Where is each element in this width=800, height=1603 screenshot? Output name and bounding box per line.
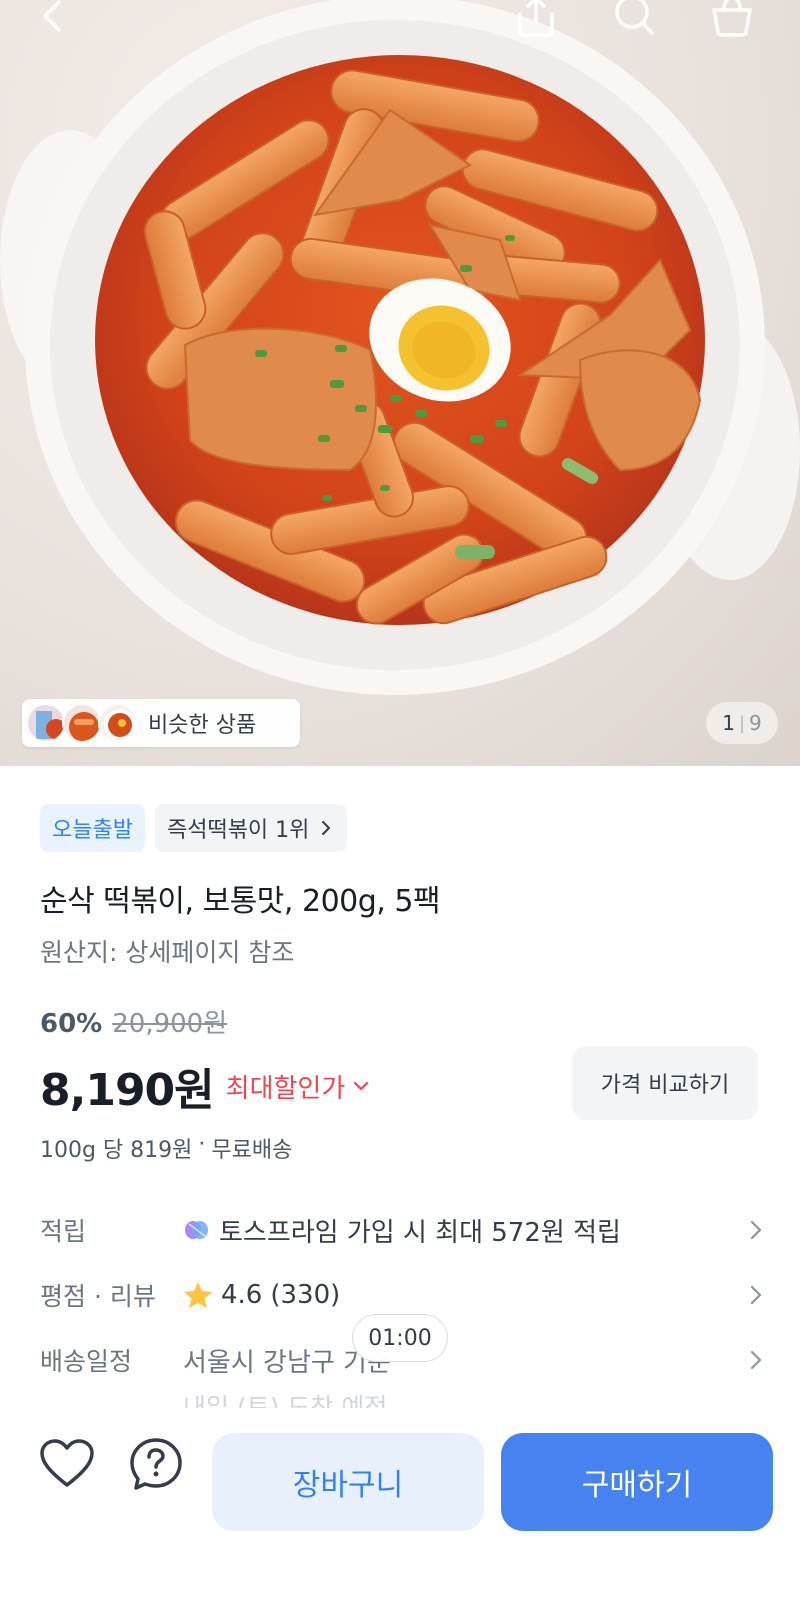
points-row[interactable]: 적립 토스프라임 가입 시 최대 572원 적립 [40, 1208, 762, 1252]
page-separator: | [738, 712, 746, 734]
same-day-shipping-badge: 오늘출발 [40, 804, 145, 852]
compare-price-button[interactable]: 가격 비교하기 [572, 1046, 758, 1120]
question-circle-icon [130, 1438, 182, 1490]
similar-products-button[interactable]: 비슷한 상품 [22, 699, 300, 747]
timer-chip: 01:00 [352, 1314, 448, 1362]
product-badges: 오늘출발 즉석떡볶이 1위 [40, 804, 348, 852]
rating-score: 4.6 [221, 1280, 263, 1310]
delivery-label: 배송일정 [40, 1347, 133, 1376]
buy-now-button[interactable]: 구매하기 [501, 1433, 773, 1531]
price-row: 8,190원 최대할인가 [40, 1054, 369, 1118]
share-button[interactable] [512, 0, 560, 40]
chevron-right-icon [738, 1220, 762, 1240]
similar-product-thumbnail [98, 703, 138, 743]
inquiry-button[interactable] [124, 1432, 188, 1496]
total-pages: 9 [749, 711, 762, 735]
current-page: 1 [722, 711, 735, 735]
product-image-gallery[interactable]: 비슷한 상품 1 | 9 [0, 0, 800, 766]
search-icon [615, 0, 654, 35]
max-discount-label: 최대할인가 [225, 1073, 346, 1104]
unit-price-shipping: 100g 당 819원 · 무료배송 [40, 1132, 292, 1164]
chevron-right-icon [738, 1285, 762, 1305]
original-price: 20,900원 [112, 1009, 228, 1039]
heart-icon [40, 1439, 94, 1487]
ranking-badge-label: 즉석떡볶이 1위 [166, 818, 310, 843]
max-discount-toggle[interactable]: 최대할인가 [226, 1068, 370, 1105]
tteokbokki-product-photo [0, 0, 800, 695]
similar-products-label: 비슷한 상품 [148, 713, 257, 738]
review-count: (330) [270, 1280, 341, 1310]
search-button[interactable] [610, 0, 658, 40]
like-button[interactable] [35, 1432, 99, 1496]
similar-product-thumbnail [62, 703, 102, 743]
rating-review-row[interactable]: 평점 · 리뷰 4.6 (330) [40, 1273, 762, 1317]
back-button[interactable] [28, 0, 76, 40]
unit-price: 100g 당 819원 [40, 1138, 193, 1163]
chevron-down-icon [354, 1081, 369, 1091]
add-to-cart-button[interactable]: 장바구니 [212, 1433, 484, 1531]
star-icon [184, 1282, 212, 1308]
rating-label: 평점 · 리뷰 [40, 1282, 156, 1311]
chevron-right-icon [738, 1350, 762, 1370]
chevron-left-icon [43, 0, 61, 32]
similar-product-thumbnail [26, 703, 66, 743]
cart-header-button[interactable] [708, 0, 756, 40]
toss-prime-icon [185, 1221, 208, 1239]
sale-price: 8,190원 [40, 1065, 215, 1116]
discount-row: 60% 20,900원 [40, 1003, 227, 1040]
product-origin: 원산지: 상세페이지 참조 [40, 938, 295, 967]
points-label: 적립 [40, 1217, 87, 1246]
points-value: 토스프라임 가입 시 최대 572원 적립 [219, 1217, 621, 1248]
image-page-counter: 1 | 9 [706, 702, 778, 744]
dot-separator: · [198, 1132, 206, 1157]
free-shipping: 무료배송 [211, 1138, 293, 1163]
product-title: 순삭 떡볶이, 보통맛, 200g, 5팩 [40, 884, 441, 919]
discount-rate: 60% [40, 1009, 103, 1039]
chevron-right-icon [321, 820, 331, 836]
share-upload-icon [518, 0, 554, 37]
shopping-bag-icon [712, 0, 752, 37]
ranking-badge[interactable]: 즉석떡볶이 1위 [154, 804, 348, 852]
